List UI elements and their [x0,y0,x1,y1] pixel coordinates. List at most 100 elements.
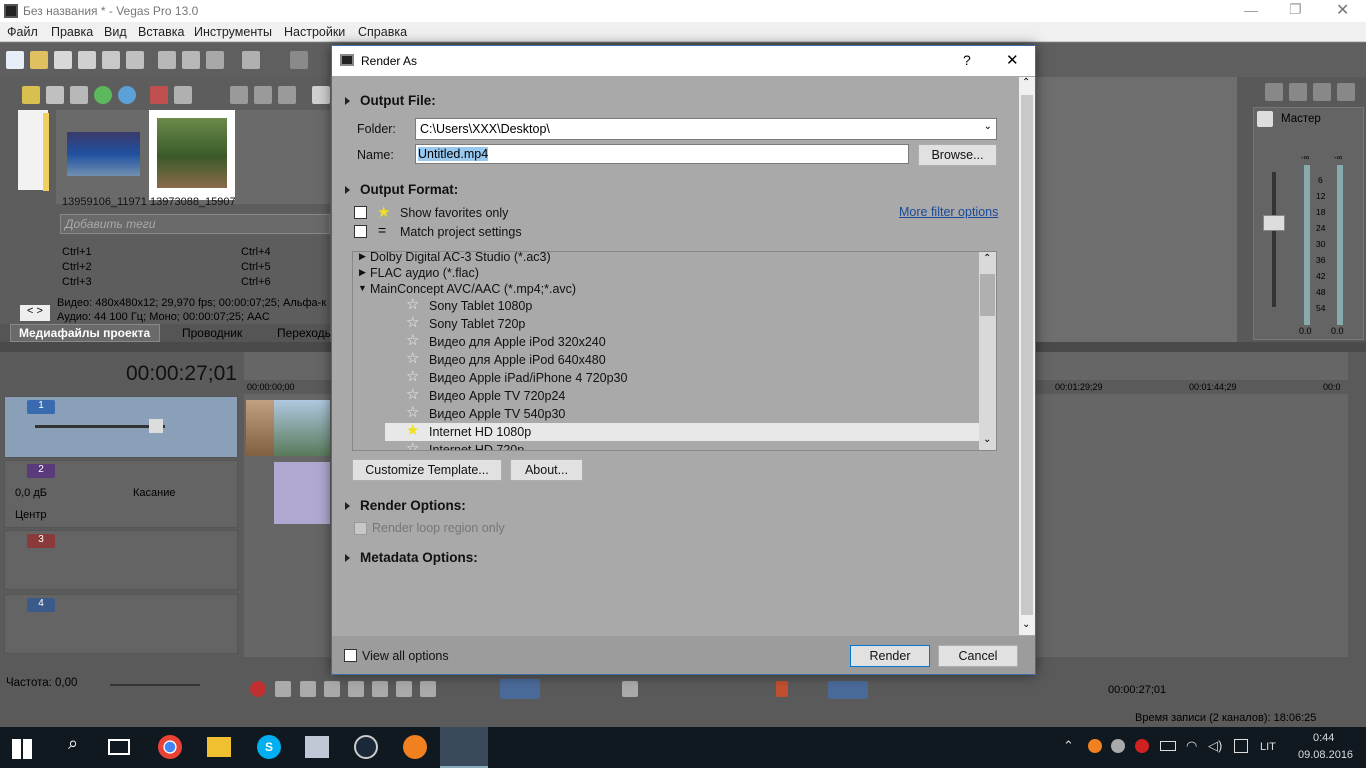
refresh-icon[interactable] [94,86,112,104]
media-thumbnail-2[interactable] [149,110,235,200]
list-item-template[interactable]: ☆ Sony Tablet 720p [353,315,981,333]
dialog-help-button[interactable]: ? [963,52,971,68]
undo-icon[interactable] [242,51,260,69]
track-header-video-4[interactable]: 4 [4,594,238,654]
favorite-star-icon[interactable]: ★ [406,423,419,439]
list-scrollbar[interactable]: ⌃ ⌄ [979,252,996,450]
media-player-icon[interactable] [403,735,427,759]
track-level-handle[interactable] [149,419,163,433]
menu-edit[interactable]: Правка [51,25,93,39]
minimize-icon[interactable]: — [1244,2,1258,18]
remove-icon[interactable] [150,86,168,104]
list-item-template[interactable]: ☆ Видео Apple TV 540p30 [353,405,981,423]
play-icon[interactable] [324,681,340,697]
name-input[interactable]: Untitled.mp4 [415,144,909,164]
timeline-vscroll[interactable] [1348,352,1366,657]
list-item-template[interactable]: ☆ Internet HD 720p [353,441,981,451]
mixer-dim-icon[interactable] [1289,83,1307,101]
tray-volume-icon[interactable]: ◁) [1208,738,1222,754]
edit-tool-icon[interactable] [500,679,540,699]
dialog-scroll-thumb[interactable] [1021,95,1033,615]
scroll-down-icon[interactable]: ⌄ [983,434,991,445]
favorite-star-icon[interactable]: ☆ [406,315,419,331]
cancel-button[interactable]: Cancel [938,645,1018,667]
video-event-1[interactable] [246,400,274,456]
master-insert-icon[interactable] [1257,111,1273,127]
show-favorites-checkbox[interactable] [354,206,367,219]
expand-icon[interactable]: ▶ [359,252,366,262]
scroll-down-icon[interactable]: ⌄ [1022,619,1030,630]
mixer-mute-icon[interactable] [1313,83,1331,101]
tray-keyboard-icon[interactable] [1234,739,1248,753]
favorite-star-icon[interactable]: ☆ [406,405,419,421]
pause-icon[interactable] [348,681,364,697]
favorite-star-icon[interactable]: ☆ [406,441,419,451]
save-as-icon[interactable] [78,51,96,69]
language-indicator[interactable]: LIT [1260,741,1276,753]
tab-transitions[interactable]: Переходы [277,326,333,340]
favorite-star-icon[interactable]: ☆ [406,297,419,313]
tray-wifi-icon[interactable]: ◠ [1186,738,1197,754]
list-item-template[interactable]: ☆ Видео Apple iPad/iPhone 4 720p30 [353,369,981,387]
list-item-template[interactable]: ☆ Видео Apple TV 720p24 [353,387,981,405]
list-scroll-thumb[interactable] [980,274,995,316]
more-filter-link[interactable]: More filter options [899,205,998,219]
favorite-star-icon[interactable]: ☆ [406,351,419,367]
track-header-video-3[interactable]: 3 [4,530,238,590]
get-media-icon[interactable] [70,86,88,104]
about-button[interactable]: About... [510,459,583,481]
media-fx-icon[interactable] [174,86,192,104]
view-all-options-checkbox[interactable] [344,649,357,662]
app-icon[interactable] [305,736,329,758]
play-preview-icon[interactable] [230,86,248,104]
stop-preview-icon[interactable] [254,86,272,104]
tray-chevron-icon[interactable]: ⌃ [1063,738,1074,754]
auto-preview-icon[interactable] [278,86,296,104]
file-explorer-icon[interactable] [207,737,231,757]
list-item-template[interactable]: ☆ Видео для Apple iPod 640x480 [353,351,981,369]
master-fader-handle[interactable] [1263,215,1285,231]
mixer-settings-icon[interactable] [1337,83,1355,101]
delete-icon[interactable] [622,681,638,697]
properties-icon[interactable] [126,51,144,69]
render-options-expand-icon[interactable] [345,502,350,510]
expand-icon[interactable]: ▶ [359,267,366,278]
views-icon[interactable] [312,86,330,104]
rate-slider[interactable] [110,684,200,686]
play-from-start-icon[interactable] [300,681,316,697]
tray-record-icon[interactable] [1135,739,1149,753]
save-icon[interactable] [54,51,72,69]
tray-app-icon[interactable] [1088,739,1102,753]
menu-insert[interactable]: Вставка [138,25,184,39]
task-view-icon[interactable] [108,739,130,755]
open-folder-icon[interactable] [30,51,48,69]
mixer-downmix-icon[interactable] [1265,83,1283,101]
dialog-scrollbar[interactable]: ⌃ ⌄ [1019,77,1035,635]
output-format-expand-icon[interactable] [345,186,350,194]
snap-icon[interactable] [828,681,868,699]
restore-icon[interactable]: ❐ [1289,1,1302,18]
skype-icon[interactable]: S [257,735,281,759]
capture-icon[interactable] [46,86,64,104]
tab-project-media[interactable]: Медиафайлы проекта [10,324,160,342]
metadata-options-expand-icon[interactable] [345,554,350,562]
loop-icon[interactable] [275,681,291,697]
favorite-star-icon[interactable]: ☆ [406,333,419,349]
track-header-video-1[interactable]: 1 [4,396,238,458]
customize-template-button[interactable]: Customize Template... [352,459,502,481]
clock-time[interactable]: 0:44 [1313,732,1334,744]
go-to-end-icon[interactable] [420,681,436,697]
clock-date[interactable]: 09.08.2016 [1298,749,1353,761]
record-icon[interactable] [250,681,266,697]
vegas-taskbar-icon[interactable] [440,727,488,768]
stop-icon[interactable] [372,681,388,697]
render-button[interactable]: Render [850,645,930,667]
media-thumbnail-1[interactable] [67,132,140,176]
tray-battery-icon[interactable] [1160,741,1176,751]
list-item-format[interactable]: ▼ MainConcept AVC/AAC (*.mp4;*.avc) [353,280,981,298]
search-icon[interactable]: ⌕ [60,733,86,761]
new-file-icon[interactable] [6,51,24,69]
cut-icon[interactable] [158,51,176,69]
tab-explorer[interactable]: Проводник [182,326,242,340]
menu-view[interactable]: Вид [104,25,127,39]
